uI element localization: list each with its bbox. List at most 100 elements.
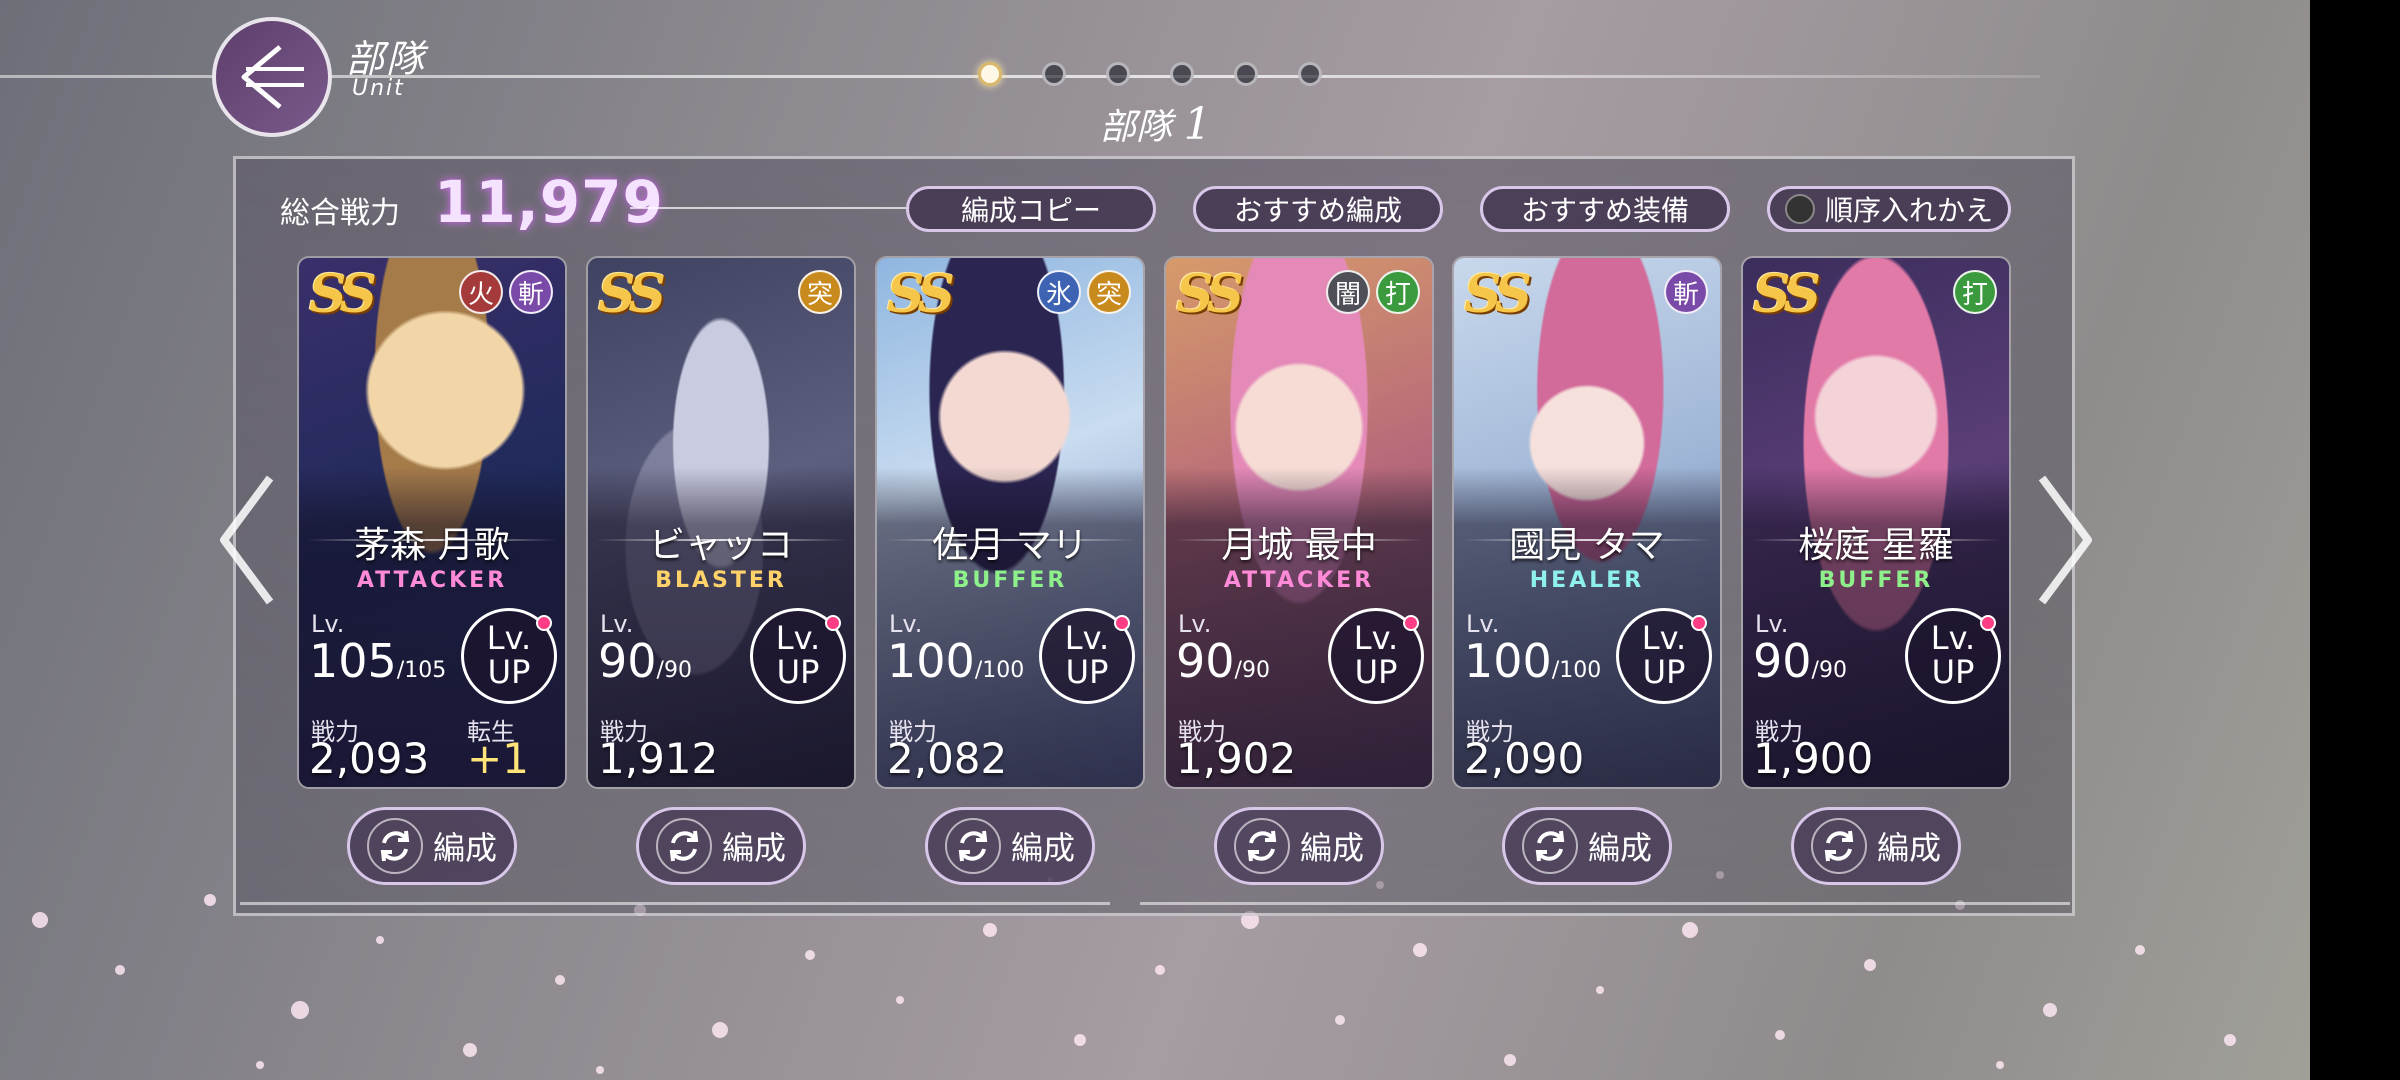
attribute-icons: 突 bbox=[798, 270, 842, 314]
lvup-text: Lv. bbox=[1353, 619, 1399, 658]
slash-attribute-icon: 斬 bbox=[509, 270, 553, 314]
chevron-left-icon bbox=[220, 475, 274, 605]
character-role: BLASTER bbox=[655, 568, 787, 593]
character-role: HEALER bbox=[1529, 568, 1645, 593]
rarity-badge: SS bbox=[309, 264, 377, 325]
lvup-text: Lv. bbox=[775, 619, 821, 658]
total-power-underline bbox=[630, 207, 910, 209]
unit-page-dot[interactable] bbox=[1042, 62, 1066, 86]
edit-formation-button[interactable]: 編成 bbox=[1502, 807, 1672, 885]
previous-unit-arrow[interactable] bbox=[212, 470, 282, 610]
unit-page-dot[interactable] bbox=[1106, 62, 1130, 86]
level-max: /100 bbox=[1551, 658, 1602, 683]
unit-page-dot[interactable] bbox=[978, 62, 1002, 86]
fire-attribute-icon: 火 bbox=[459, 270, 503, 314]
edit-label: 編成 bbox=[432, 829, 497, 867]
power-value: 1,912 bbox=[598, 734, 719, 783]
edit-label: 編成 bbox=[1299, 829, 1364, 867]
total-power-value: 11,979 bbox=[434, 168, 664, 236]
strike-attribute-icon: 打 bbox=[1376, 270, 1420, 314]
strike-attribute-icon: 打 bbox=[1953, 270, 1997, 314]
character-name: 月城 最中 bbox=[1221, 525, 1377, 566]
power-value: 2,082 bbox=[887, 734, 1008, 783]
unit-page-indicator bbox=[978, 62, 1322, 86]
total-power-label: 総合戦力 bbox=[280, 196, 400, 231]
edit-formation-button[interactable]: 編成 bbox=[347, 807, 517, 885]
chevron-right-icon bbox=[2038, 475, 2092, 605]
swap-icon bbox=[1233, 818, 1290, 874]
unit-page-dot[interactable] bbox=[1298, 62, 1322, 86]
lvup-text: Lv. bbox=[486, 619, 532, 658]
level-up-button[interactable]: Lv. UP bbox=[1328, 608, 1424, 704]
character-card[interactable]: SS 斬 國見 タマ HEALER Lv. 100/100 Lv. UP 戦力 2… bbox=[1452, 256, 1722, 789]
unit-page-dot[interactable] bbox=[1170, 62, 1194, 86]
level-up-button[interactable]: Lv. UP bbox=[461, 608, 557, 704]
character-name: ビャッコ bbox=[648, 525, 793, 566]
thrust-attribute-icon: 突 bbox=[798, 270, 842, 314]
unit-page-dot[interactable] bbox=[1234, 62, 1258, 86]
notification-dot-icon bbox=[1403, 615, 1419, 631]
back-arrow-icon bbox=[241, 45, 304, 109]
power-value: 2,093 bbox=[309, 734, 430, 783]
recommended-equipment-button[interactable]: おすすめ装備 bbox=[1480, 186, 1730, 232]
level-value: 90/90 bbox=[1176, 634, 1270, 688]
rarity-badge: SS bbox=[1176, 264, 1244, 325]
toggle-knob-icon bbox=[1784, 194, 1815, 224]
attribute-icons: 打 bbox=[1953, 270, 1997, 314]
recommended-formation-label: おすすめ編成 bbox=[1233, 194, 1402, 227]
level-up-button[interactable]: Lv. UP bbox=[1905, 608, 2001, 704]
lvup-text: UP bbox=[1354, 653, 1398, 691]
dark-attribute-icon: 闇 bbox=[1326, 270, 1370, 314]
rarity-badge: SS bbox=[887, 264, 955, 325]
page-subtitle: Unit bbox=[352, 76, 405, 101]
page-title: 部隊 bbox=[346, 37, 427, 81]
next-unit-arrow[interactable] bbox=[2030, 470, 2100, 610]
notification-dot-icon bbox=[1691, 615, 1707, 631]
character-card[interactable]: SS 火 斬 茅森 月歌 ATTACKER Lv. 105/105 Lv. UP … bbox=[297, 256, 567, 789]
character-role: ATTACKER bbox=[1223, 568, 1375, 593]
rebirth-value: +1 bbox=[467, 734, 529, 783]
power-value: 1,900 bbox=[1753, 734, 1874, 783]
level-up-button[interactable]: Lv. UP bbox=[1616, 608, 1712, 704]
character-name: 國見 タマ bbox=[1509, 525, 1665, 566]
lvup-text: Lv. bbox=[1064, 619, 1110, 658]
edit-formation-button[interactable]: 編成 bbox=[1791, 807, 1961, 885]
edit-formation-button[interactable]: 編成 bbox=[925, 807, 1095, 885]
character-name: 茅森 月歌 bbox=[354, 525, 510, 566]
character-card[interactable]: SS 打 桜庭 星羅 BUFFER Lv. 90/90 Lv. UP 戦力 1,9… bbox=[1741, 256, 2011, 789]
attribute-icons: 氷 突 bbox=[1037, 270, 1131, 314]
character-card[interactable]: SS 突 ビャッコ BLASTER Lv. 90/90 Lv. UP 戦力 1,9… bbox=[586, 256, 856, 789]
character-role: BUFFER bbox=[1818, 568, 1934, 593]
back-button[interactable] bbox=[212, 17, 332, 137]
character-name: 桜庭 星羅 bbox=[1798, 525, 1954, 566]
swap-icon bbox=[944, 818, 1001, 874]
level-current: 100 bbox=[887, 634, 975, 688]
unit-label: 部隊 1 bbox=[1100, 98, 1211, 150]
level-current: 90 bbox=[1176, 634, 1235, 688]
level-value: 100/100 bbox=[887, 634, 1024, 688]
recommended-formation-button[interactable]: おすすめ編成 bbox=[1193, 186, 1443, 232]
level-current: 90 bbox=[598, 634, 657, 688]
lvup-text: Lv. bbox=[1641, 619, 1687, 658]
reorder-toggle[interactable]: 順序入れかえ bbox=[1767, 186, 2011, 232]
edit-formation-button[interactable]: 編成 bbox=[636, 807, 806, 885]
character-card[interactable]: SS 氷 突 佐月 マリ BUFFER Lv. 100/100 Lv. UP 戦力… bbox=[875, 256, 1145, 789]
level-max: /90 bbox=[1811, 658, 1847, 683]
level-max: /90 bbox=[656, 658, 692, 683]
character-card[interactable]: SS 闇 打 月城 最中 ATTACKER Lv. 90/90 Lv. UP 戦力… bbox=[1164, 256, 1434, 789]
edit-formation-button[interactable]: 編成 bbox=[1214, 807, 1384, 885]
level-up-button[interactable]: Lv. UP bbox=[1039, 608, 1135, 704]
level-up-button[interactable]: Lv. UP bbox=[750, 608, 846, 704]
notification-dot-icon bbox=[825, 615, 841, 631]
notification-dot-icon bbox=[1114, 615, 1130, 631]
panel-bottom-edge bbox=[240, 902, 1110, 912]
level-value: 105/105 bbox=[309, 634, 446, 688]
level-current: 90 bbox=[1753, 634, 1812, 688]
power-value: 2,090 bbox=[1464, 734, 1585, 783]
copy-formation-button[interactable]: 編成コピー bbox=[906, 186, 1156, 232]
attribute-icons: 斬 bbox=[1664, 270, 1708, 314]
lvup-text: UP bbox=[1642, 653, 1686, 691]
swap-icon bbox=[366, 818, 423, 874]
lvup-text: UP bbox=[1065, 653, 1109, 691]
recommended-equipment-label: おすすめ装備 bbox=[1520, 194, 1689, 227]
